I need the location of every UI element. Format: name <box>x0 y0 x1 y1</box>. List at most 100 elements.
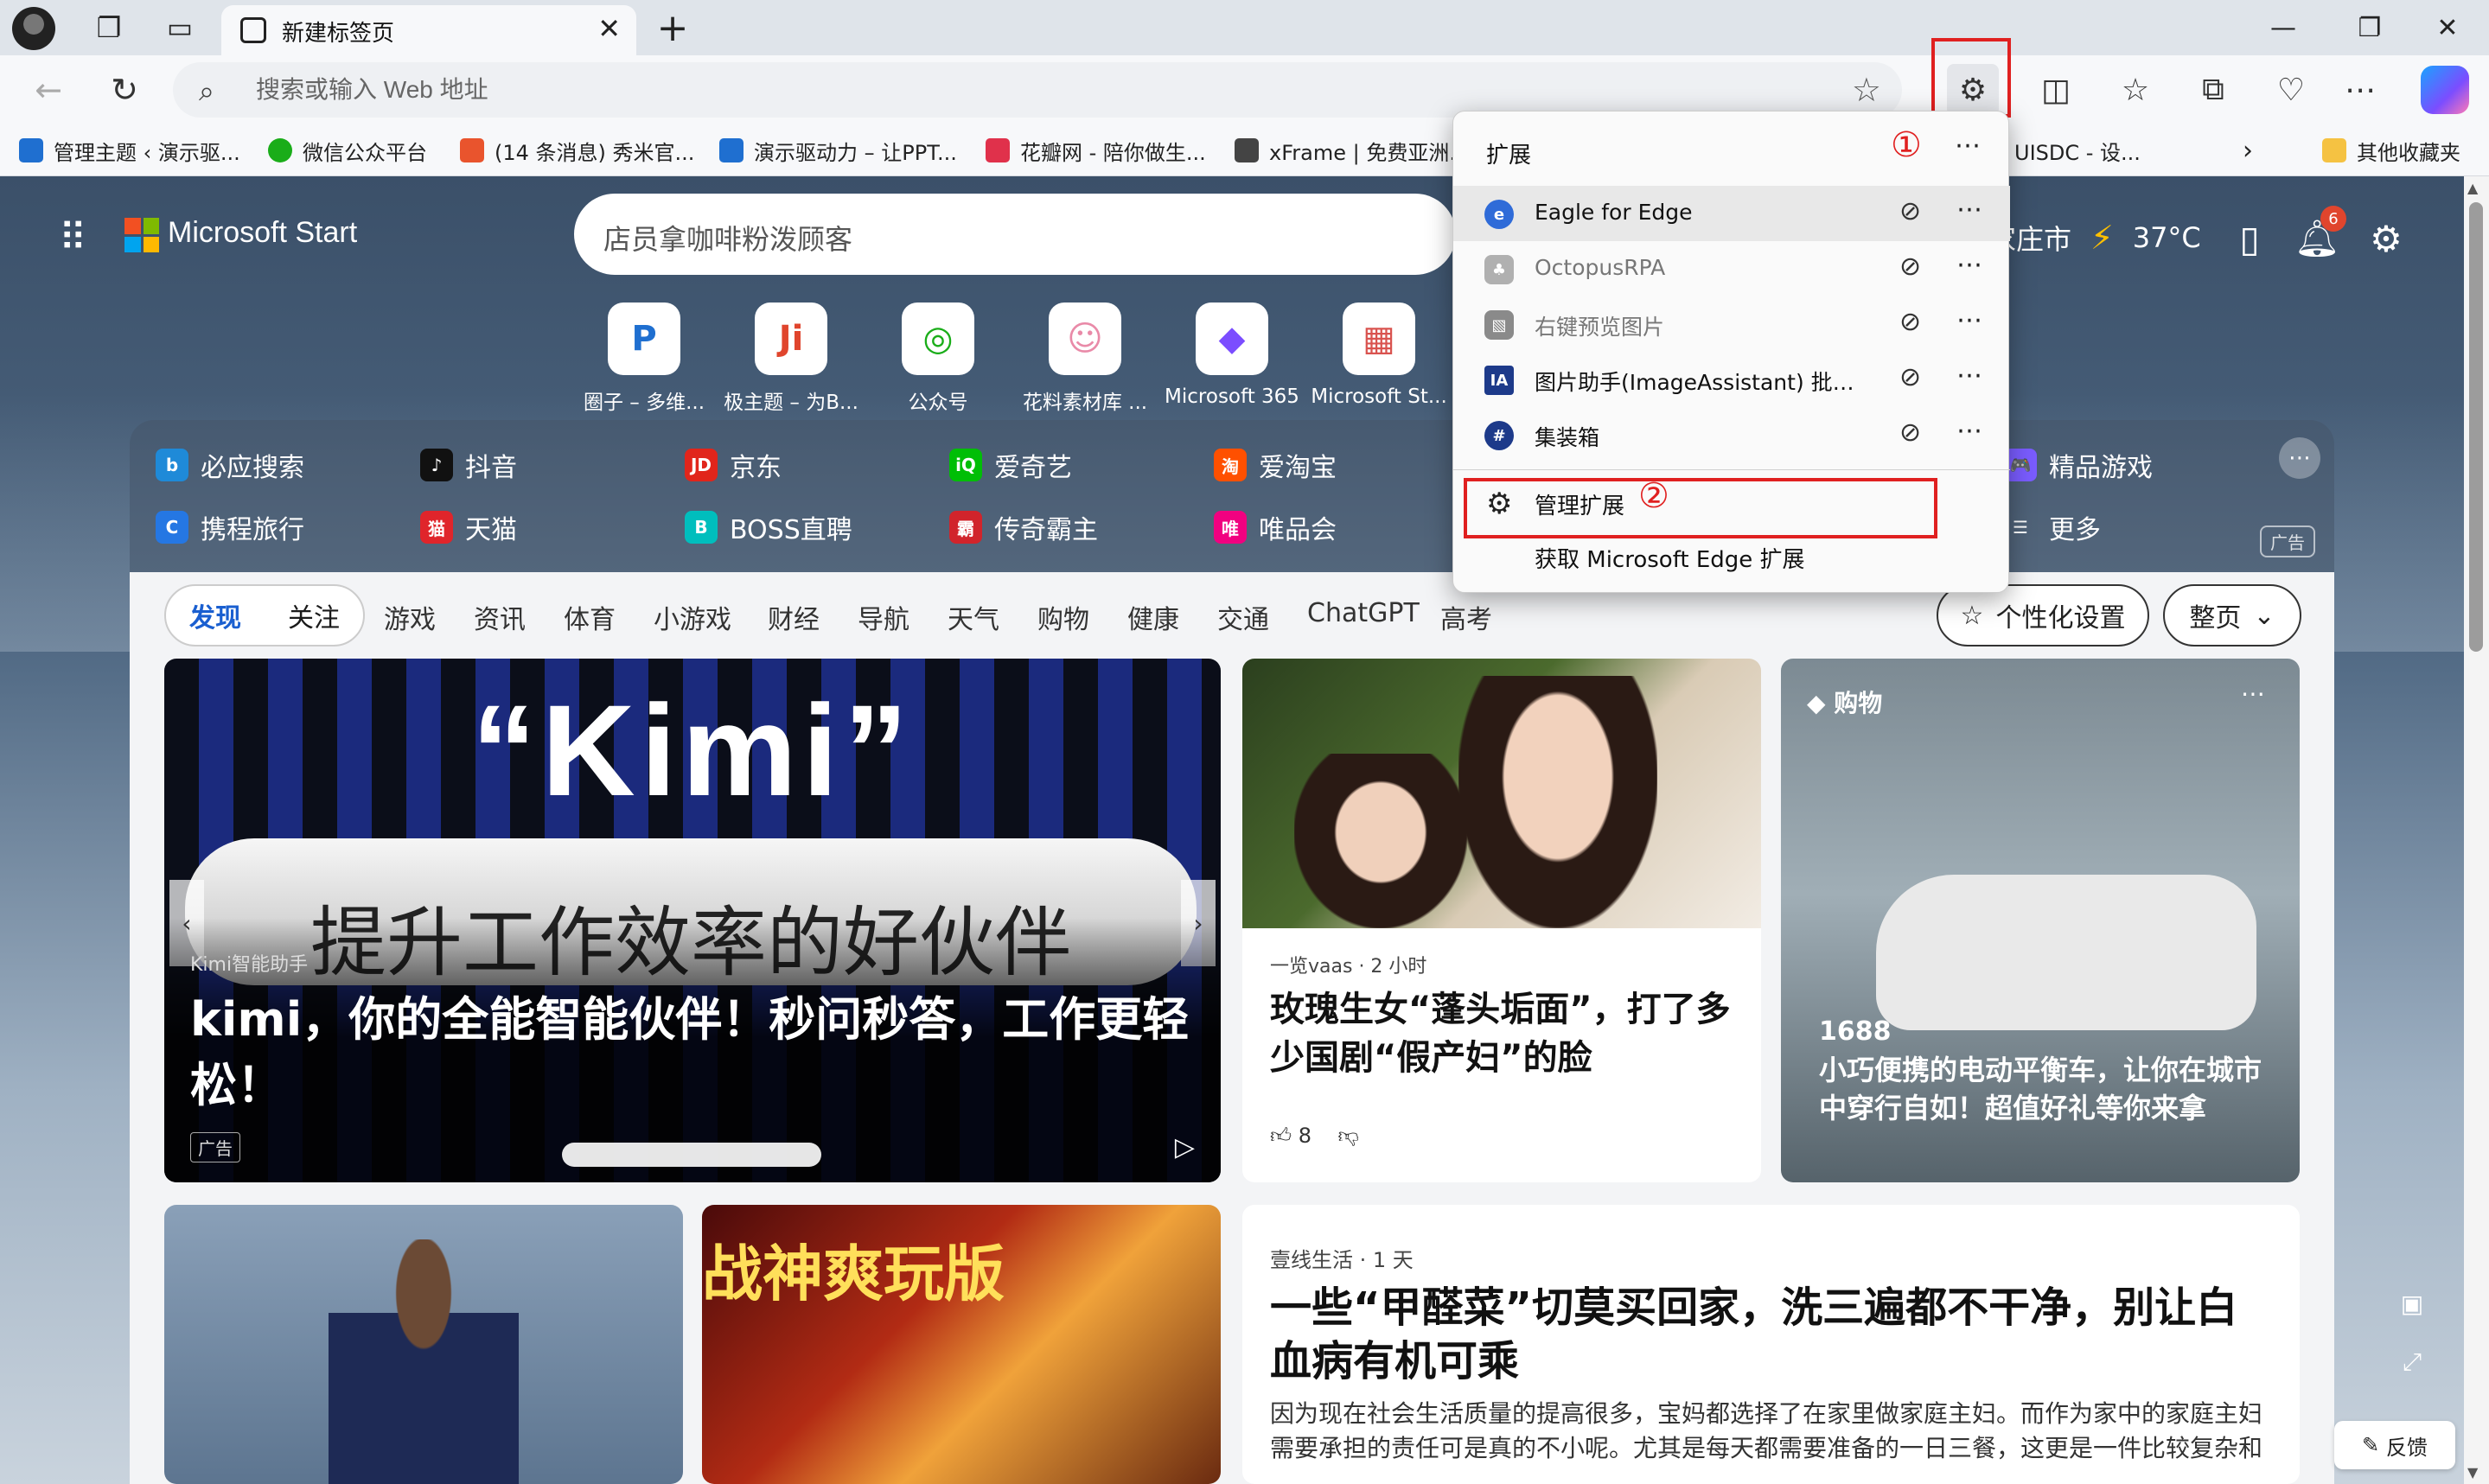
favorite-item[interactable]: 演示驱动力 – 让PPT... <box>719 124 957 176</box>
kimi-ad-card[interactable]: “Kimi” 提升工作效率的好伙伴 ‹ › Kimi智能助手 kimi，你的全能… <box>164 659 1221 1182</box>
site-panel-more-icon[interactable]: ⋯ <box>2279 437 2320 479</box>
app-launcher-icon[interactable]: ⠿ <box>59 216 86 260</box>
page-settings-gear-icon[interactable]: ⚙ <box>2360 213 2412 264</box>
extension-more-icon[interactable]: ⋯ <box>1956 194 1982 225</box>
quick-link[interactable]: ▦ Microsoft St... <box>1305 303 1452 408</box>
quick-link[interactable]: P 圈子 – 多维... <box>571 303 718 415</box>
feed-tab[interactable]: 天气 <box>948 598 999 636</box>
site-link[interactable]: 淘爱淘宝 <box>1214 444 1337 486</box>
hidden-eye-icon[interactable]: ⊘ <box>1899 196 1921 226</box>
scroll-up-icon[interactable]: ▲ <box>2467 180 2478 196</box>
scroll-thumb[interactable] <box>2469 202 2483 652</box>
feed-tab[interactable]: 交通 <box>1217 598 1269 636</box>
sports-card[interactable] <box>164 1205 683 1484</box>
extension-item-octopusrpa[interactable]: ♣ OctopusRPA ⊘ ⋯ <box>1453 241 2010 296</box>
feed-tab[interactable]: 财经 <box>768 598 820 636</box>
close-tab-icon[interactable]: ✕ <box>597 12 621 45</box>
feed-tab[interactable]: 资讯 <box>474 598 526 636</box>
settings-more-icon[interactable]: ⋯ <box>2334 64 2386 116</box>
extension-item-image-preview[interactable]: ▧ 右键预览图片 ⊘ ⋯ <box>1453 296 2010 352</box>
get-extensions-link[interactable]: 获取 Microsoft Edge 扩展 <box>1535 542 1805 574</box>
site-link[interactable]: C 携程旅行 <box>156 506 304 548</box>
site-link[interactable]: JD 京东 <box>685 444 782 486</box>
quick-link[interactable]: ◎ 公众号 <box>865 303 1012 415</box>
tab-new-tab[interactable]: 新建标签页 ✕ <box>221 5 636 55</box>
favorite-item[interactable]: (14 条消息) 秀米官... <box>460 124 694 176</box>
feed-tab[interactable]: 游戏 <box>384 598 436 636</box>
site-link[interactable]: 猫天猫 <box>420 506 517 548</box>
address-bar[interactable]: ⌕ ☆ <box>173 62 1902 118</box>
extensions-menu-more-icon[interactable]: ⋯ <box>1955 131 1981 161</box>
favorite-item[interactable]: 花瓣网 - 陪你做生... <box>986 124 1206 176</box>
quick-link[interactable]: ◆ Microsoft 365 <box>1158 303 1305 408</box>
weather-widget[interactable]: 家庄市 ⚡ 37°C <box>1988 218 2201 258</box>
tab-discover[interactable]: 发现 <box>189 596 241 634</box>
feedback-button[interactable]: ✎ 反馈 <box>2334 1421 2455 1469</box>
dislike-icon[interactable]: 👎︎ <box>1338 1124 1359 1148</box>
hidden-eye-icon[interactable]: ⊘ <box>1899 417 1921 448</box>
favorite-item[interactable]: UISDC - 设... <box>2014 124 2141 176</box>
favorite-item[interactable]: 微信公众平台 <box>268 124 427 176</box>
news-card[interactable]: 壹线生活 · 1 天 一些“甲醛菜”切莫买回家，洗三遍都不干净，别让白血病有机可… <box>1242 1205 2300 1484</box>
browser-essentials-icon[interactable]: ♡ <box>2265 64 2317 116</box>
more-sites-link[interactable]: ☰ 更多 <box>2004 506 2101 548</box>
site-link[interactable]: B BOSS直聘 <box>685 506 852 548</box>
favorite-item[interactable]: xFrame | 免费亚洲... <box>1235 124 1469 176</box>
feed-tab[interactable]: 体育 <box>564 598 616 636</box>
image-tool-icon[interactable]: ▣ <box>2395 1286 2429 1321</box>
site-link[interactable]: 唯唯品会 <box>1214 506 1337 548</box>
feed-tab[interactable]: 高考 <box>1440 598 1492 636</box>
back-button[interactable]: ← <box>24 66 73 114</box>
feed-tab[interactable]: 健康 <box>1127 598 1179 636</box>
close-window-button[interactable]: ✕ <box>2409 0 2486 55</box>
extension-item-container[interactable]: # 集装箱 ⊘ ⋯ <box>1453 407 2010 462</box>
expand-icon[interactable]: ⤢ <box>2395 1345 2429 1379</box>
layout-dropdown[interactable]: 整页 ⌄ <box>2163 584 2301 646</box>
profile-avatar[interactable] <box>12 7 55 50</box>
tab-follow[interactable]: 关注 <box>288 596 340 634</box>
start-search-box[interactable]: 店员拿咖啡粉泼顾客 <box>574 194 1456 275</box>
extension-more-icon[interactable]: ⋯ <box>1956 416 1982 446</box>
game-ad-card[interactable]: 战神爽玩版 <box>702 1205 1221 1484</box>
new-tab-button[interactable]: + <box>647 2 699 54</box>
hidden-eye-icon[interactable]: ⊘ <box>1899 252 1921 282</box>
copilot-icon[interactable] <box>2421 66 2469 114</box>
favorites-overflow-chevron-icon[interactable]: › <box>2243 124 2253 176</box>
workspaces-icon[interactable]: ❐ <box>81 0 137 55</box>
hidden-eye-icon[interactable]: ⊘ <box>1899 307 1921 337</box>
like-button[interactable]: 👍︎ 8 👎︎ <box>1270 1124 1359 1149</box>
minimize-button[interactable]: — <box>2244 0 2322 55</box>
extension-item-eagle[interactable]: e Eagle for Edge ⊘ ⋯ <box>1453 186 2010 241</box>
refresh-button[interactable]: ↻ <box>100 66 149 114</box>
collections-icon[interactable]: ⧉ <box>2187 64 2239 116</box>
extension-item-imageassistant[interactable]: IA 图片助手(ImageAssistant) 批量图... ⊘ ⋯ <box>1453 352 2010 407</box>
shopping-card[interactable]: ◆ 购物 ⋯ 1688 小巧便携的电动平衡车，让你在城市中穿行自如！超值好礼等你… <box>1781 659 2300 1182</box>
phone-icon[interactable]: ▯ <box>2224 213 2275 264</box>
site-link[interactable]: 霸传奇霸主 <box>949 506 1098 548</box>
extension-more-icon[interactable]: ⋯ <box>1956 305 1982 335</box>
quick-link[interactable]: ☺ 花料素材库 ... <box>1012 303 1158 415</box>
hidden-eye-icon[interactable]: ⊘ <box>1899 362 1921 392</box>
page-scrollbar[interactable]: ▲ ▼ <box>2464 176 2489 1484</box>
address-input[interactable] <box>256 69 1726 111</box>
other-favorites-folder[interactable]: 其他收藏夹 <box>2322 124 2460 176</box>
add-favorite-star-icon[interactable]: ☆ <box>1852 71 1881 109</box>
site-link[interactable]: b 必应搜索 <box>156 444 304 486</box>
brand-title[interactable]: Microsoft Start <box>168 216 357 250</box>
restore-button[interactable]: ❐ <box>2331 0 2409 55</box>
feed-tab[interactable]: 导航 <box>858 598 909 636</box>
card-more-icon[interactable]: ⋯ <box>2241 679 2265 708</box>
quick-link[interactable]: Ji 极主题 – 为B... <box>718 303 865 415</box>
feed-tab[interactable]: ChatGPT <box>1307 598 1420 628</box>
scroll-down-icon[interactable]: ▼ <box>2467 1464 2478 1481</box>
feed-tab[interactable]: 购物 <box>1037 598 1089 636</box>
carousel-indicator[interactable] <box>562 1143 821 1167</box>
news-card[interactable]: 一览vaas · 2 小时 玫瑰生女“蓬头垢面”，打了多少国剧“假产妇”的脸 👍… <box>1242 659 1761 1182</box>
site-link[interactable]: iQ 爱奇艺 <box>949 444 1072 486</box>
extension-more-icon[interactable]: ⋯ <box>1956 250 1982 280</box>
vertical-tabs-icon[interactable]: ▭ <box>152 0 207 55</box>
favorites-icon[interactable]: ☆ <box>2109 64 2161 116</box>
play-icon[interactable]: ▷ <box>1175 1132 1195 1162</box>
site-link[interactable]: ♪ 抖音 <box>420 444 517 486</box>
site-link[interactable]: 🎮 精品游戏 <box>2004 444 2153 486</box>
